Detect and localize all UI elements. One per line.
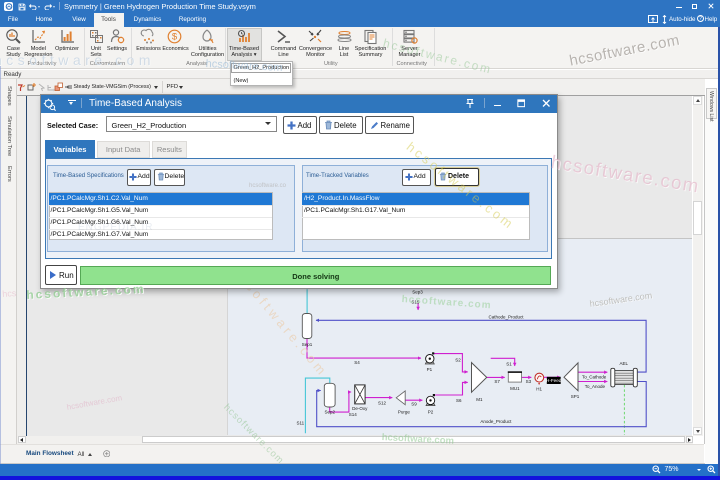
svg-text:S14: S14 bbox=[348, 412, 357, 417]
svg-text:$: $ bbox=[172, 32, 178, 43]
svg-text:To_Anode: To_Anode bbox=[584, 384, 605, 389]
svg-text:S6: S6 bbox=[456, 398, 462, 403]
svg-text:S3: S3 bbox=[525, 379, 531, 384]
svg-text:MU1: MU1 bbox=[510, 386, 520, 391]
svg-text:S12: S12 bbox=[377, 401, 386, 406]
svg-text:S4: S4 bbox=[354, 360, 360, 365]
svg-text:S15: S15 bbox=[411, 300, 420, 305]
svg-text:S9: S9 bbox=[411, 402, 417, 407]
svg-text:P1: P1 bbox=[426, 367, 432, 372]
svg-text:AEL: AEL bbox=[619, 361, 628, 366]
svg-text:De-Oxy: De-Oxy bbox=[352, 406, 368, 411]
svg-text:H-Feed: H-Feed bbox=[546, 378, 562, 383]
svg-text:Sep1: Sep1 bbox=[301, 342, 312, 347]
svg-text:M1: M1 bbox=[476, 397, 483, 402]
svg-text:Cathode_Product: Cathode_Product bbox=[488, 315, 524, 320]
svg-text:Anode_Product: Anode_Product bbox=[480, 419, 512, 424]
svg-text:SP1: SP1 bbox=[570, 394, 579, 399]
svg-text:H1: H1 bbox=[536, 387, 542, 392]
svg-text:P2: P2 bbox=[427, 410, 433, 415]
svg-text:S2: S2 bbox=[455, 358, 461, 363]
svg-text:S1: S1 bbox=[506, 362, 512, 367]
svg-text:Sep3: Sep3 bbox=[412, 290, 423, 295]
svg-text:Purge: Purge bbox=[397, 410, 410, 415]
svg-text:To_Cathode: To_Cathode bbox=[581, 375, 606, 380]
svg-text:S7: S7 bbox=[494, 379, 500, 384]
svg-text:Sep2: Sep2 bbox=[324, 410, 335, 415]
svg-text:S11: S11 bbox=[296, 421, 304, 426]
